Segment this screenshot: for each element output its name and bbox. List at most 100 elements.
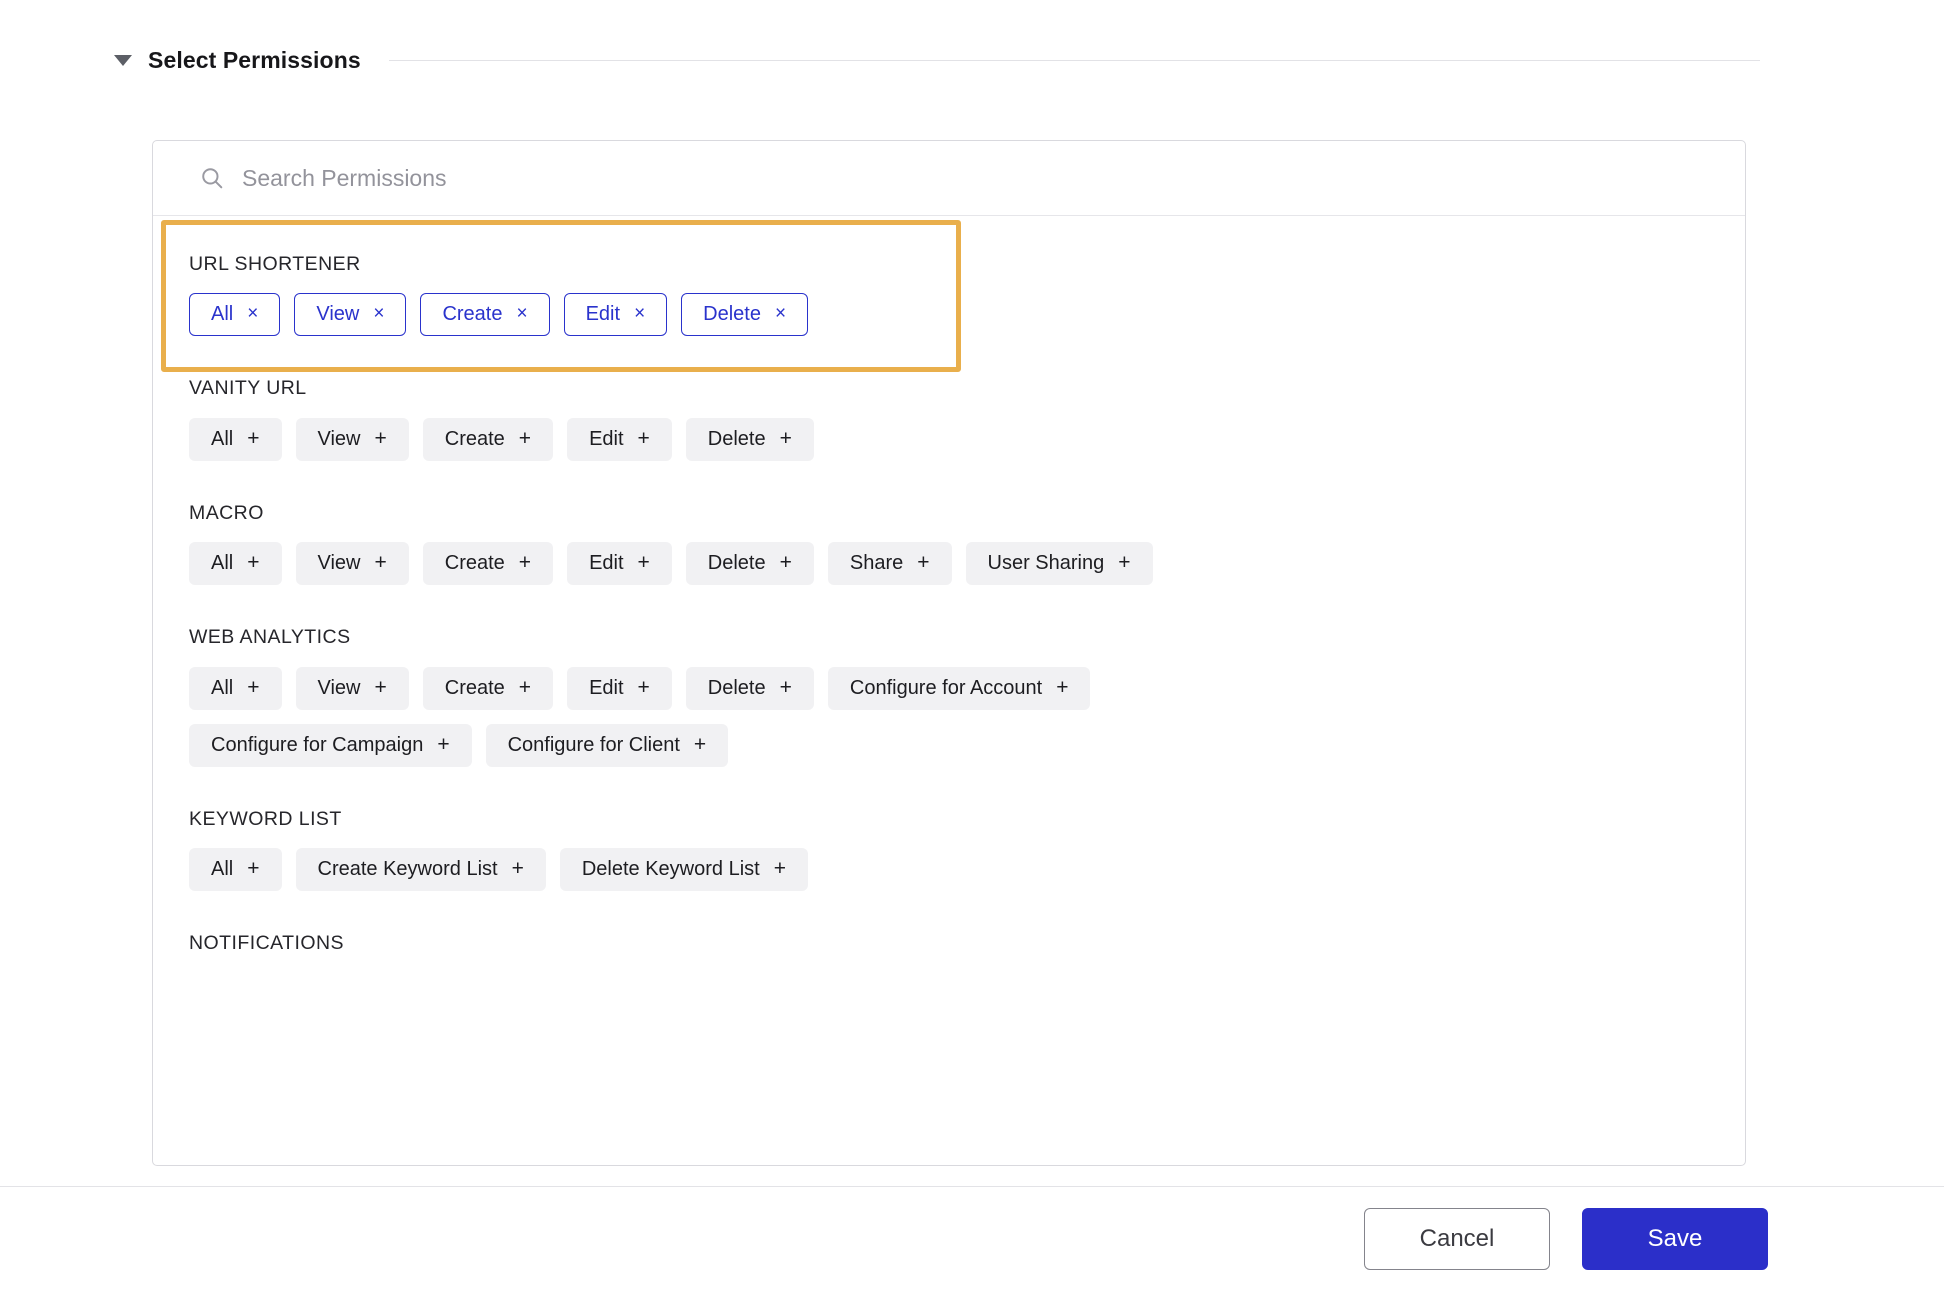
permission-chip[interactable]: Edit +: [567, 666, 672, 710]
permission-chip[interactable]: All ×: [189, 293, 281, 337]
permission-chip[interactable]: Delete Keyword List +: [559, 848, 808, 892]
permission-chip-row: All × View × Create × Edit × Delete ×: [189, 293, 1709, 337]
search-icon: [202, 168, 223, 189]
close-icon[interactable]: ×: [775, 304, 786, 323]
plus-icon[interactable]: +: [519, 552, 531, 573]
permission-chip-label: All: [211, 552, 234, 575]
permission-chip[interactable]: View +: [295, 542, 409, 586]
permission-chip-label: View: [317, 552, 361, 575]
plus-icon[interactable]: +: [1118, 552, 1130, 573]
page-title: Select Permissions: [148, 46, 361, 73]
permission-chip-label: Delete: [707, 676, 766, 699]
permission-chip-rows: All × View × Create × Edit × Delete ×: [189, 275, 1709, 337]
permission-chip-rows: All + Create Keyword List + Delete Keyword L…: [189, 830, 1709, 892]
close-icon[interactable]: ×: [634, 304, 645, 323]
permission-chip-label: Create: [444, 676, 505, 699]
permission-chip[interactable]: Share +: [827, 542, 952, 586]
plus-icon[interactable]: +: [512, 858, 524, 879]
close-icon[interactable]: ×: [373, 304, 384, 323]
permission-chip[interactable]: Create Keyword List +: [295, 848, 546, 892]
permission-group: VANITY URL All + View + Create + Edit + Delete +: [153, 350, 1745, 461]
close-icon[interactable]: ×: [247, 304, 258, 323]
search-input[interactable]: [242, 164, 1042, 192]
permission-chip[interactable]: Configure for Account +: [827, 666, 1091, 710]
permission-group: URL SHORTENER All × View × Create × Edit × Delete…: [153, 216, 1745, 372]
plus-icon[interactable]: +: [375, 552, 387, 573]
permission-chip[interactable]: Edit +: [567, 542, 672, 586]
permission-chip-label: Delete: [707, 427, 766, 450]
save-button[interactable]: Save: [1582, 1207, 1768, 1270]
permission-chip-label: View: [317, 676, 361, 699]
search-row: [153, 141, 1745, 216]
plus-icon[interactable]: +: [780, 428, 792, 449]
permission-chip[interactable]: Configure for Client +: [485, 723, 729, 767]
permission-chip[interactable]: Delete +: [685, 417, 814, 461]
permission-group-label: URL SHORTENER: [189, 253, 361, 275]
permission-chip[interactable]: Delete ×: [681, 293, 809, 337]
permission-group: MACRO All + View + Create + Edit + Delete + Share + U…: [153, 475, 1745, 586]
plus-icon[interactable]: +: [247, 677, 259, 698]
cancel-button[interactable]: Cancel: [1364, 1207, 1550, 1270]
permission-chip-label: User Sharing: [987, 552, 1105, 575]
plus-icon[interactable]: +: [774, 858, 786, 879]
plus-icon[interactable]: +: [247, 552, 259, 573]
plus-icon[interactable]: +: [638, 677, 650, 698]
plus-icon[interactable]: +: [247, 428, 259, 449]
permission-chip-label: Create: [444, 552, 505, 575]
permission-chip[interactable]: Create +: [422, 417, 554, 461]
permission-group: KEYWORD LIST All + Create Keyword List + Dele…: [153, 781, 1745, 892]
plus-icon[interactable]: +: [638, 552, 650, 573]
permission-group-inner: WEB ANALYTICS All + View + Create + Edit + Delete…: [153, 599, 1745, 767]
permission-chip[interactable]: All +: [189, 542, 282, 586]
permission-chip[interactable]: Create ×: [420, 293, 550, 337]
permission-group: NOTIFICATIONS: [153, 905, 1745, 972]
plus-icon[interactable]: +: [519, 428, 531, 449]
permission-chip-row: All + View + Create + Edit + Delete + Configure fo…: [189, 666, 1709, 710]
permission-chip[interactable]: All +: [189, 666, 282, 710]
permission-chip[interactable]: All +: [189, 417, 282, 461]
plus-icon[interactable]: +: [375, 428, 387, 449]
permission-group-label: WEB ANALYTICS: [189, 626, 351, 649]
permission-chip-label: Edit: [585, 303, 621, 326]
permission-chip-label: Create: [444, 427, 505, 450]
permission-chip[interactable]: User Sharing +: [965, 542, 1153, 586]
plus-icon[interactable]: +: [1056, 677, 1068, 698]
close-icon[interactable]: ×: [516, 304, 527, 323]
footer-actions: Cancel Save: [0, 1187, 1944, 1290]
permission-chip[interactable]: Delete +: [685, 542, 814, 586]
permission-chip-label: Create: [442, 303, 503, 326]
permission-group-label: KEYWORD LIST: [189, 807, 342, 830]
permission-groups: URL SHORTENER All × View × Create × Edit × Delete…: [153, 216, 1745, 973]
permission-chip-row: Configure for Campaign + Configure for Cli…: [189, 723, 1709, 767]
permission-chip[interactable]: View ×: [294, 293, 407, 337]
permissions-page: Select Permissions URL SHORTENERAll×View…: [0, 0, 1944, 1290]
permission-group-inner: VANITY URL All + View + Create + Edit + Delete +: [153, 350, 1745, 461]
plus-icon[interactable]: +: [780, 677, 792, 698]
permission-chip[interactable]: Edit ×: [563, 293, 668, 337]
permission-chip[interactable]: View +: [295, 666, 409, 710]
permission-chip-label: Delete Keyword List: [581, 858, 760, 881]
permission-chip-row: All + View + Create + Edit + Delete +: [189, 417, 1709, 461]
permission-chip-label: All: [211, 303, 234, 326]
plus-icon[interactable]: +: [638, 428, 650, 449]
caret-down-icon[interactable]: [114, 54, 132, 66]
permission-chip[interactable]: Delete +: [685, 666, 814, 710]
permission-chip[interactable]: Create +: [422, 542, 554, 586]
permission-chip[interactable]: All +: [189, 848, 282, 892]
permission-chip[interactable]: Edit +: [567, 417, 672, 461]
permission-group-inner: MACRO All + View + Create + Edit + Delete + Share + U…: [153, 475, 1745, 586]
plus-icon[interactable]: +: [780, 552, 792, 573]
permission-chip[interactable]: Configure for Campaign +: [189, 723, 472, 767]
permission-chip[interactable]: View +: [295, 417, 409, 461]
permission-chip[interactable]: Create +: [422, 666, 554, 710]
plus-icon[interactable]: +: [519, 677, 531, 698]
plus-icon[interactable]: +: [917, 552, 929, 573]
plus-icon[interactable]: +: [694, 734, 706, 755]
permission-chip-label: Configure for Client: [507, 733, 680, 756]
select-permissions-header[interactable]: Select Permissions: [0, 42, 1944, 78]
permission-chip-rows: All + View + Create + Edit + Delete + Share + User S…: [189, 524, 1709, 586]
plus-icon[interactable]: +: [247, 858, 259, 879]
plus-icon[interactable]: +: [375, 677, 387, 698]
plus-icon[interactable]: +: [437, 734, 449, 755]
permission-chip-label: All: [211, 427, 234, 450]
